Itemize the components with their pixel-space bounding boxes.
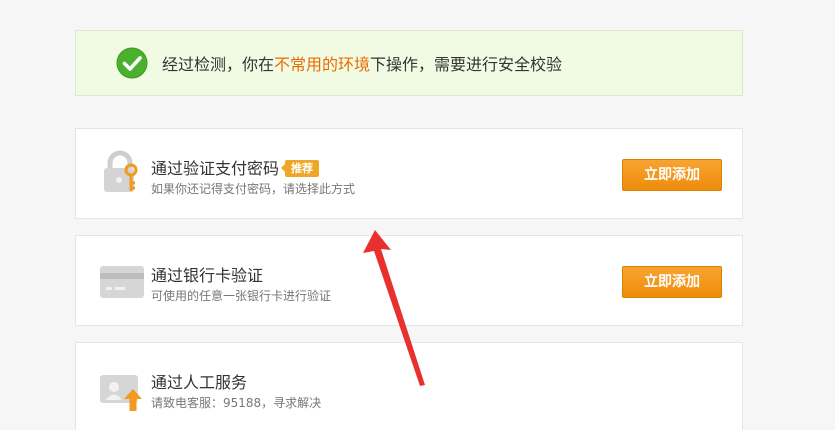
security-verification-page: 经过检测，你在不常用的环境下操作，需要进行安全校验 通过验证支付密码 推荐 如果你… <box>0 0 835 430</box>
bank-card-icon <box>100 266 144 298</box>
option-subtitle: 可使用的任意一张银行卡进行验证 <box>151 289 332 303</box>
option-title: 通过银行卡验证 <box>151 266 264 285</box>
add-now-button[interactable]: 立即添加 <box>622 159 722 191</box>
lock-key-icon <box>104 150 138 192</box>
option-payment-password: 通过验证支付密码 推荐 如果你还记得支付密码，请选择此方式 立即添加 <box>75 128 743 219</box>
option-subtitle: 请致电客服：95188，寻求解决 <box>151 396 322 410</box>
notice-message: 经过检测，你在不常用的环境下操作，需要进行安全校验 <box>162 51 562 75</box>
option-title: 通过验证支付密码 推荐 <box>151 155 320 179</box>
option-title: 通过人工服务 <box>151 373 248 392</box>
notice-text-highlight: 不常用的环境 <box>274 55 371 74</box>
notice-text-before: 经过检测，你在 <box>162 55 275 74</box>
recommended-badge: 推荐 <box>281 160 320 177</box>
option-subtitle: 如果你还记得支付密码，请选择此方式 <box>151 182 356 196</box>
id-card-upload-icon <box>100 375 142 411</box>
security-notice-banner: 经过检测，你在不常用的环境下操作，需要进行安全校验 <box>75 30 743 96</box>
option-bank-card: 通过银行卡验证 可使用的任意一张银行卡进行验证 立即添加 <box>75 235 743 326</box>
add-now-button[interactable]: 立即添加 <box>622 266 722 298</box>
option-manual-service: 通过人工服务 请致电客服：95188，寻求解决 <box>75 342 743 430</box>
check-circle-icon <box>116 47 148 79</box>
notice-text-after: 下操作，需要进行安全校验 <box>370 55 563 74</box>
option-title-text: 通过验证支付密码 <box>151 159 280 178</box>
